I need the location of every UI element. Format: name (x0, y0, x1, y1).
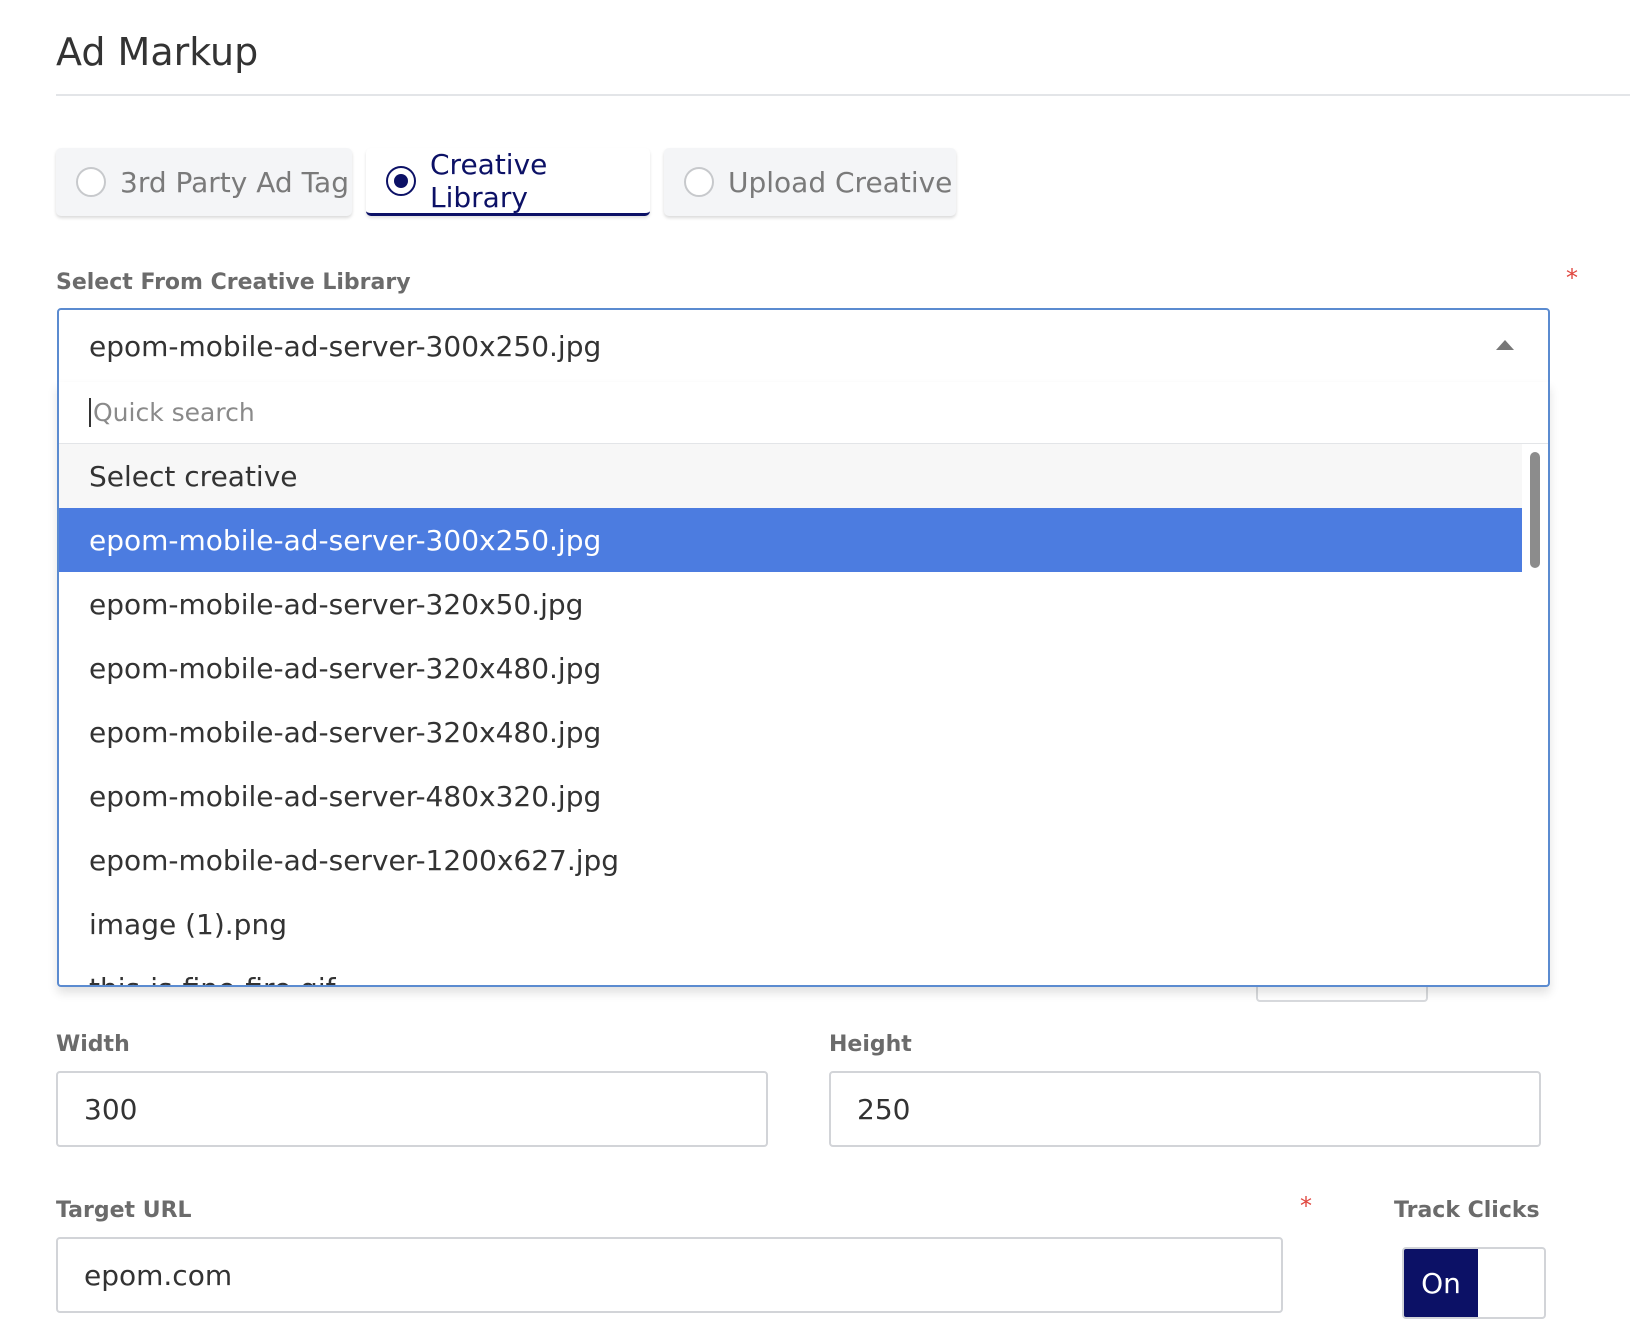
radio-checked-icon (386, 165, 416, 196)
tab-creative-library[interactable]: Creative Library (366, 148, 650, 216)
list-item[interactable]: epom-mobile-ad-server-1200x627.jpg (59, 828, 1522, 892)
option-select-creative[interactable]: Select creative (59, 444, 1522, 508)
width-label: Width (56, 1032, 130, 1057)
list-item[interactable]: epom-mobile-ad-server-320x50.jpg (59, 572, 1522, 636)
divider (56, 94, 1630, 96)
quick-search-input[interactable] (89, 398, 1403, 427)
tab-label: 3rd Party Ad Tag (120, 165, 349, 199)
quick-search-row (59, 382, 1548, 444)
radio-unchecked-icon (684, 167, 714, 197)
target-url-value: epom.com (84, 1258, 233, 1292)
tab-label: Creative Library (430, 147, 548, 214)
list-item[interactable]: image (1).png (59, 892, 1522, 956)
list-item[interactable]: epom-mobile-ad-server-320x480.jpg (59, 636, 1522, 700)
list-item[interactable]: epom-mobile-ad-server-480x320.jpg (59, 764, 1522, 828)
option-selected[interactable]: epom-mobile-ad-server-300x250.jpg (59, 508, 1522, 572)
tab-3rd-party-ad-tag[interactable]: 3rd Party Ad Tag (56, 148, 352, 216)
list-item[interactable]: epom-mobile-ad-server-320x480.jpg (59, 700, 1522, 764)
width-input[interactable]: 300 (56, 1071, 768, 1147)
required-indicator: * (1300, 1192, 1312, 1220)
list-item[interactable]: this-is-fine-fire.gif (59, 956, 1522, 986)
creative-select[interactable]: epom-mobile-ad-server-300x250.jpg (57, 308, 1550, 384)
options-list[interactable]: Select creative epom-mobile-ad-server-30… (59, 444, 1548, 986)
tab-label: Upload Creative (728, 165, 953, 199)
caret-up-icon (1496, 340, 1514, 350)
height-value: 250 (857, 1092, 911, 1126)
creative-dropdown: Select creative epom-mobile-ad-server-30… (57, 382, 1550, 987)
creative-select-label: Select From Creative Library (56, 270, 411, 295)
track-clicks-toggle[interactable]: On (1402, 1247, 1546, 1319)
target-url-input[interactable]: epom.com (56, 1237, 1283, 1313)
height-input[interactable]: 250 (829, 1071, 1541, 1147)
tab-upload-creative[interactable]: Upload Creative (664, 148, 956, 216)
scrollbar-thumb[interactable] (1530, 452, 1540, 568)
creative-select-value: epom-mobile-ad-server-300x250.jpg (89, 329, 602, 363)
height-label: Height (829, 1032, 912, 1057)
toggle-on-state: On (1404, 1249, 1478, 1317)
width-value: 300 (84, 1092, 138, 1126)
radio-unchecked-icon (76, 167, 106, 197)
track-clicks-label: Track Clicks (1394, 1198, 1540, 1223)
target-url-label: Target URL (56, 1198, 192, 1223)
page-title: Ad Markup (56, 30, 259, 74)
required-indicator: * (1566, 264, 1578, 292)
